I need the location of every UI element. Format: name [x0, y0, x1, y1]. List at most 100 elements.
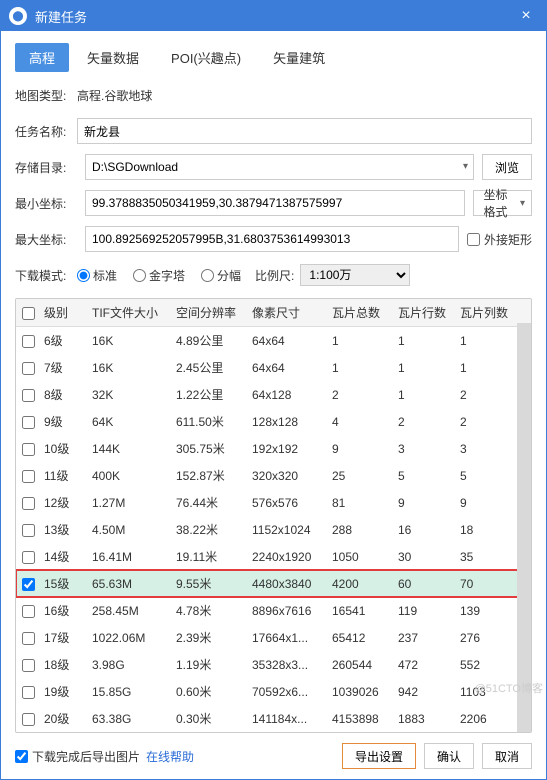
export-image-checkbox-input[interactable] [15, 750, 28, 763]
table-cell: 76.44米 [172, 489, 248, 516]
table-row[interactable]: 12级1.27M76.44米576x5768199 [16, 489, 531, 516]
row-checkbox[interactable] [22, 416, 35, 429]
table-row[interactable]: 8级32K1.22公里64x128212 [16, 381, 531, 408]
max-coord-input[interactable] [85, 226, 459, 252]
row-checkbox[interactable] [22, 362, 35, 375]
mode-option-分幅[interactable]: 分幅 [201, 267, 241, 284]
table-cell: 64x64 [248, 327, 328, 355]
table-cell: 576x576 [248, 489, 328, 516]
table-row[interactable]: 10级144K305.75米192x192933 [16, 435, 531, 462]
help-link[interactable]: 在线帮助 [146, 748, 194, 765]
table-row[interactable]: 7级16K2.45公里64x64111 [16, 354, 531, 381]
mode-radio[interactable] [77, 269, 90, 282]
table-cell: 16K [88, 327, 172, 355]
chevron-down-icon: ▾ [520, 198, 525, 209]
min-coord-input[interactable] [85, 190, 465, 216]
download-mode-label: 下载模式: [15, 267, 77, 284]
bounding-rect-label: 外接矩形 [484, 231, 532, 248]
table-cell: 60 [394, 570, 456, 597]
cancel-button[interactable]: 取消 [482, 743, 532, 769]
table-row[interactable]: 6级16K4.89公里64x64111 [16, 327, 531, 355]
table-row[interactable]: 14级16.41M19.11米2240x192010503035 [16, 543, 531, 570]
export-image-checkbox[interactable]: 下载完成后导出图片 [15, 748, 140, 765]
table-row[interactable]: 20级63.38G0.30米141184x...415389818832206 [16, 705, 531, 732]
task-name-row: 任务名称: [15, 118, 532, 144]
browse-button[interactable]: 浏览 [482, 154, 532, 180]
table-cell: 144K [88, 435, 172, 462]
table-cell: 16级 [40, 597, 88, 624]
table-cell: 0.30米 [172, 705, 248, 732]
table-row[interactable]: 15级65.63M9.55米4480x384042006070 [16, 570, 531, 597]
row-checkbox[interactable] [22, 497, 35, 510]
task-name-input[interactable] [77, 118, 532, 144]
table-cell: 64x128 [248, 381, 328, 408]
table-row[interactable]: 19级15.85G0.60米70592x6...10390269421103 [16, 678, 531, 705]
scale-select[interactable]: 1:100万 [300, 264, 410, 286]
mode-radio-label: 标准 [93, 267, 117, 284]
row-checkbox[interactable] [22, 470, 35, 483]
row-checkbox[interactable] [22, 578, 35, 591]
row-checkbox[interactable] [22, 686, 35, 699]
bounding-rect-checkbox[interactable]: 外接矩形 [467, 231, 532, 248]
table-row[interactable]: 16级258.45M4.78米8896x761616541119139 [16, 597, 531, 624]
table-cell: 12级 [40, 489, 88, 516]
table-row[interactable]: 13级4.50M38.22米1152x10242881618 [16, 516, 531, 543]
table-header-row: 级别TIF文件大小空间分辨率像素尺寸瓦片总数瓦片行数瓦片列数 [16, 299, 531, 327]
row-checkbox[interactable] [22, 389, 35, 402]
table-cell: 1 [394, 327, 456, 355]
table-header[interactable]: 瓦片行数 [394, 299, 456, 327]
chevron-down-icon[interactable]: ▾ [463, 161, 468, 172]
table-cell: 19级 [40, 678, 88, 705]
tab-POI(兴趣点)[interactable]: POI(兴趣点) [157, 43, 255, 72]
table-header[interactable]: 像素尺寸 [248, 299, 328, 327]
table-row[interactable]: 17级1022.06M2.39米17664x1...65412237276 [16, 624, 531, 651]
dialog-content: 高程矢量数据POI(兴趣点)矢量建筑 地图类型: 高程.谷歌地球 任务名称: 存… [1, 31, 546, 779]
mode-radio[interactable] [201, 269, 214, 282]
table-cell: 1.22公里 [172, 381, 248, 408]
table-cell: 1.27M [88, 489, 172, 516]
row-checkbox[interactable] [22, 443, 35, 456]
table-header[interactable]: 瓦片总数 [328, 299, 394, 327]
storage-input[interactable] [85, 154, 474, 180]
row-checkbox[interactable] [22, 524, 35, 537]
table-body: 6级16K4.89公里64x641117级16K2.45公里64x641118级… [16, 327, 531, 733]
select-all-checkbox[interactable] [22, 307, 35, 320]
table-cell: 400K [88, 462, 172, 489]
scrollbar[interactable] [517, 323, 531, 732]
table-cell: 1039026 [328, 678, 394, 705]
table-cell: 0.60米 [172, 678, 248, 705]
table-cell: 20级 [40, 705, 88, 732]
row-checkbox[interactable] [22, 713, 35, 726]
tab-矢量数据[interactable]: 矢量数据 [73, 43, 153, 72]
table-cell: 2240x1920 [248, 543, 328, 570]
row-checkbox[interactable] [22, 659, 35, 672]
row-checkbox[interactable] [22, 335, 35, 348]
mode-radio[interactable] [133, 269, 146, 282]
table-row[interactable]: 9级64K611.50米128x128422 [16, 408, 531, 435]
ok-button[interactable]: 确认 [424, 743, 474, 769]
coord-format-button[interactable]: 坐标格式 ▾ [473, 190, 532, 216]
bounding-rect-checkbox-input[interactable] [467, 233, 480, 246]
table-row[interactable]: 11级400K152.87米320x3202555 [16, 462, 531, 489]
table-cell: 8级 [40, 381, 88, 408]
close-icon[interactable]: × [514, 7, 538, 25]
table-cell: 4.50M [88, 516, 172, 543]
table-header[interactable]: 空间分辨率 [172, 299, 248, 327]
app-icon: ⬤ [9, 7, 27, 25]
table-cell: 4200 [328, 570, 394, 597]
table-cell: 4.89公里 [172, 327, 248, 355]
mode-option-标准[interactable]: 标准 [77, 267, 117, 284]
table-cell: 8896x7616 [248, 597, 328, 624]
scrollbar-thumb[interactable] [517, 323, 531, 732]
mode-option-金字塔[interactable]: 金字塔 [133, 267, 185, 284]
table-header[interactable]: 级别 [40, 299, 88, 327]
table-row[interactable]: 18级3.98G1.19米35328x3...260544472552 [16, 651, 531, 678]
row-checkbox[interactable] [22, 632, 35, 645]
export-settings-button[interactable]: 导出设置 [342, 743, 416, 769]
row-checkbox[interactable] [22, 551, 35, 564]
task-name-label: 任务名称: [15, 123, 77, 140]
tab-矢量建筑[interactable]: 矢量建筑 [259, 43, 339, 72]
tab-高程[interactable]: 高程 [15, 43, 69, 72]
table-header[interactable]: TIF文件大小 [88, 299, 172, 327]
row-checkbox[interactable] [22, 605, 35, 618]
